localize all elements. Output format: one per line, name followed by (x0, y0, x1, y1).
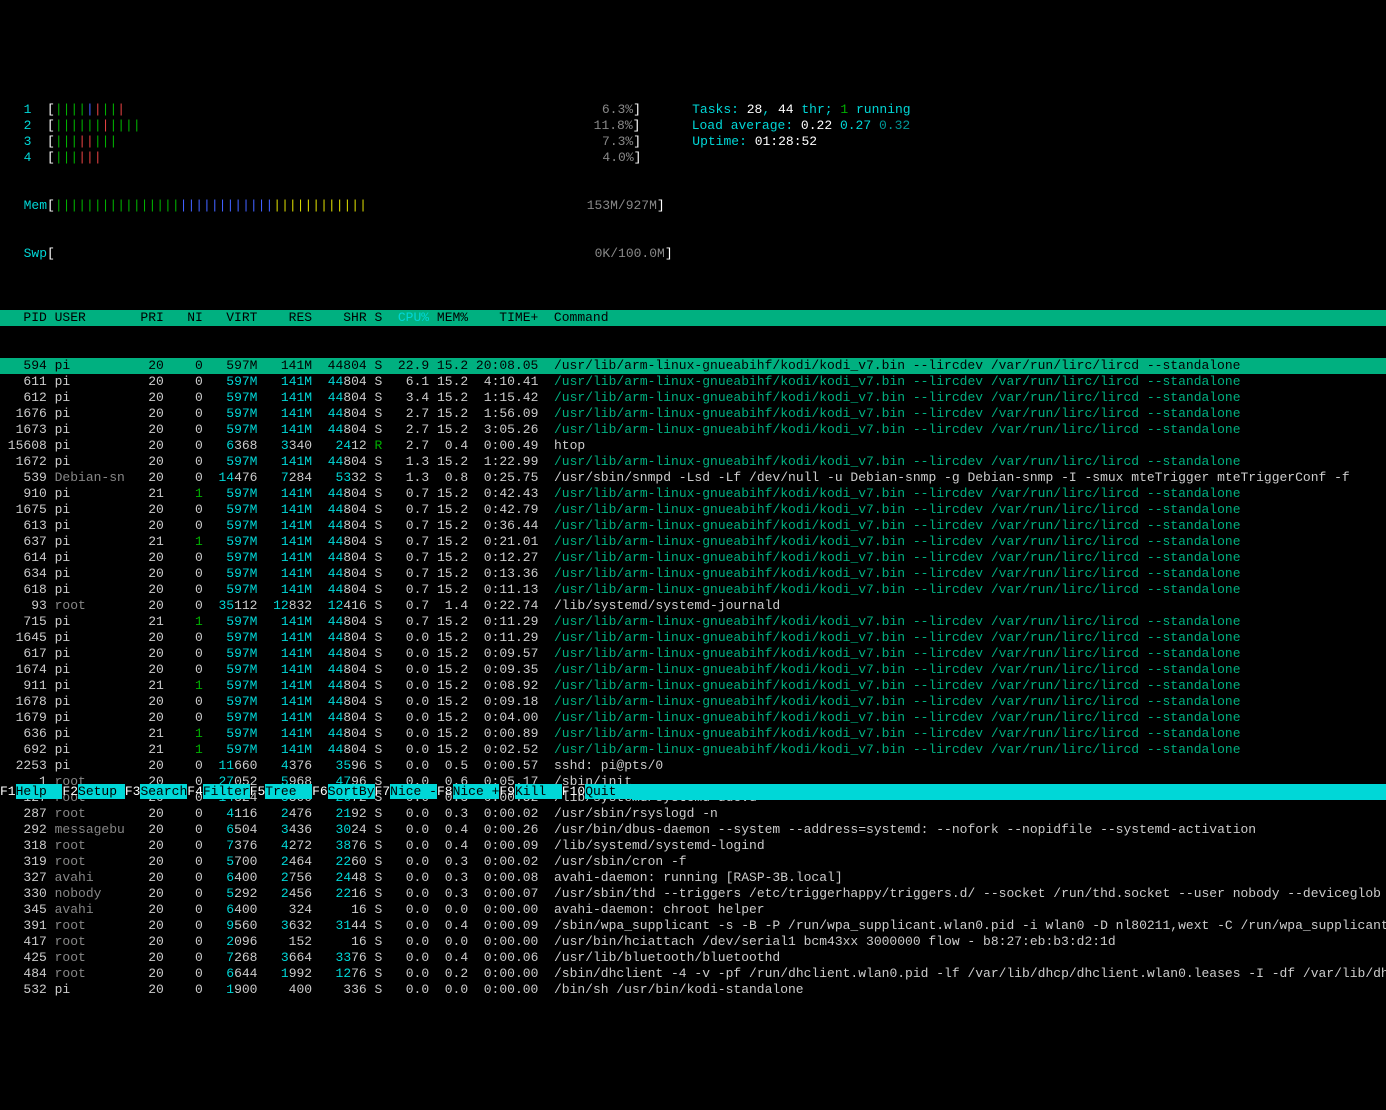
process-row[interactable]: 594 pi 20 0 597M 141M 44804 S 22.9 15.2 … (0, 358, 1386, 374)
process-row[interactable]: 715 pi 21 1 597M 141M 44804 S 0.7 15.2 0… (0, 614, 1386, 630)
process-row[interactable]: 611 pi 20 0 597M 141M 44804 S 6.1 15.2 4… (0, 374, 1386, 390)
process-row[interactable]: 417 root 20 0 2096 152 16 S 0.0 0.0 0:00… (0, 934, 1386, 950)
fkey-F9[interactable]: F9 (499, 784, 515, 799)
process-row[interactable]: 327 avahi 20 0 6400 2756 2448 S 0.0 0.3 … (0, 870, 1386, 886)
process-row[interactable]: 618 pi 20 0 597M 141M 44804 S 0.7 15.2 0… (0, 582, 1386, 598)
fkey-F5[interactable]: F5 (250, 784, 266, 799)
system-header: 1 [|||||||||6.3%] Tasks: 28, 44 thr; 1 r… (0, 64, 1386, 278)
process-row[interactable]: 2253 pi 20 0 11660 4376 3596 S 0.0 0.5 0… (0, 758, 1386, 774)
process-row[interactable]: 319 root 20 0 5700 2464 2260 S 0.0 0.3 0… (0, 854, 1386, 870)
process-row[interactable]: 345 avahi 20 0 6400 324 16 S 0.0 0.0 0:0… (0, 902, 1386, 918)
process-row[interactable]: 637 pi 21 1 597M 141M 44804 S 0.7 15.2 0… (0, 534, 1386, 550)
process-row[interactable]: 613 pi 20 0 597M 141M 44804 S 0.7 15.2 0… (0, 518, 1386, 534)
fkey-F3[interactable]: F3 (125, 784, 141, 799)
fkey-label: Nice - (390, 784, 437, 799)
process-row[interactable]: 93 root 20 0 35112 12832 12416 S 0.7 1.4… (0, 598, 1386, 614)
fkey-label: Tree (265, 784, 312, 799)
fkey-label: Search (140, 784, 187, 799)
process-row[interactable]: 1679 pi 20 0 597M 141M 44804 S 0.0 15.2 … (0, 710, 1386, 726)
fkey-F7[interactable]: F7 (375, 784, 391, 799)
fkey-label: Help (16, 784, 63, 799)
fkey-label: Nice + (453, 784, 500, 799)
process-row[interactable]: 391 root 20 0 9560 3632 3144 S 0.0 0.4 0… (0, 918, 1386, 934)
process-row[interactable]: 1673 pi 20 0 597M 141M 44804 S 2.7 15.2 … (0, 422, 1386, 438)
column-header[interactable]: PID USER PRI NI VIRT RES SHR S CPU% MEM%… (0, 310, 1386, 326)
process-row[interactable]: 636 pi 21 1 597M 141M 44804 S 0.0 15.2 0… (0, 726, 1386, 742)
process-row[interactable]: 1645 pi 20 0 597M 141M 44804 S 0.0 15.2 … (0, 630, 1386, 646)
process-row[interactable]: 692 pi 21 1 597M 141M 44804 S 0.0 15.2 0… (0, 742, 1386, 758)
process-row[interactable]: 539 Debian-sn 20 0 14476 7284 5332 S 1.3… (0, 470, 1386, 486)
fkey-label: Filter (203, 784, 250, 799)
process-row[interactable]: 484 root 20 0 6644 1992 1276 S 0.0 0.2 0… (0, 966, 1386, 982)
process-row[interactable]: 911 pi 21 1 597M 141M 44804 S 0.0 15.2 0… (0, 678, 1386, 694)
fkey-F10[interactable]: F10 (562, 784, 585, 799)
process-row[interactable]: 910 pi 21 1 597M 141M 44804 S 0.7 15.2 0… (0, 486, 1386, 502)
process-row[interactable]: 532 pi 20 0 1900 400 336 S 0.0 0.0 0:00.… (0, 982, 1386, 998)
process-row[interactable]: 1676 pi 20 0 597M 141M 44804 S 2.7 15.2 … (0, 406, 1386, 422)
process-row[interactable]: 614 pi 20 0 597M 141M 44804 S 0.7 15.2 0… (0, 550, 1386, 566)
process-row[interactable]: 292 messagebu 20 0 6504 3436 3024 S 0.0 … (0, 822, 1386, 838)
process-row[interactable]: 1675 pi 20 0 597M 141M 44804 S 0.7 15.2 … (0, 502, 1386, 518)
process-row[interactable]: 287 root 20 0 4116 2476 2192 S 0.0 0.3 0… (0, 806, 1386, 822)
process-row[interactable]: 15608 pi 20 0 6368 3340 2412 R 2.7 0.4 0… (0, 438, 1386, 454)
fkey-label: Kill (515, 784, 562, 799)
fkey-F4[interactable]: F4 (187, 784, 203, 799)
process-row[interactable]: 1672 pi 20 0 597M 141M 44804 S 1.3 15.2 … (0, 454, 1386, 470)
process-row[interactable]: 1674 pi 20 0 597M 141M 44804 S 0.0 15.2 … (0, 662, 1386, 678)
process-row[interactable]: 1678 pi 20 0 597M 141M 44804 S 0.0 15.2 … (0, 694, 1386, 710)
process-row[interactable]: 318 root 20 0 7376 4272 3876 S 0.0 0.4 0… (0, 838, 1386, 854)
process-row[interactable]: 617 pi 20 0 597M 141M 44804 S 0.0 15.2 0… (0, 646, 1386, 662)
fkey-F8[interactable]: F8 (437, 784, 453, 799)
fkey-F6[interactable]: F6 (312, 784, 328, 799)
process-list[interactable]: 594 pi 20 0 597M 141M 44804 S 22.9 15.2 … (0, 358, 1386, 998)
process-row[interactable]: 425 root 20 0 7268 3664 3376 S 0.0 0.4 0… (0, 950, 1386, 966)
fkey-label: SortBy (328, 784, 375, 799)
process-row[interactable]: 612 pi 20 0 597M 141M 44804 S 3.4 15.2 1… (0, 390, 1386, 406)
fkey-F1[interactable]: F1 (0, 784, 16, 799)
process-row[interactable]: 330 nobody 20 0 5292 2456 2216 S 0.0 0.3… (0, 886, 1386, 902)
fkey-F2[interactable]: F2 (62, 784, 78, 799)
process-row[interactable]: 634 pi 20 0 597M 141M 44804 S 0.7 15.2 0… (0, 566, 1386, 582)
fkey-label: Quit (585, 784, 632, 799)
fkey-bar[interactable]: F1Help F2Setup F3SearchF4FilterF5Tree F6… (0, 784, 1386, 800)
fkey-label: Setup (78, 784, 125, 799)
